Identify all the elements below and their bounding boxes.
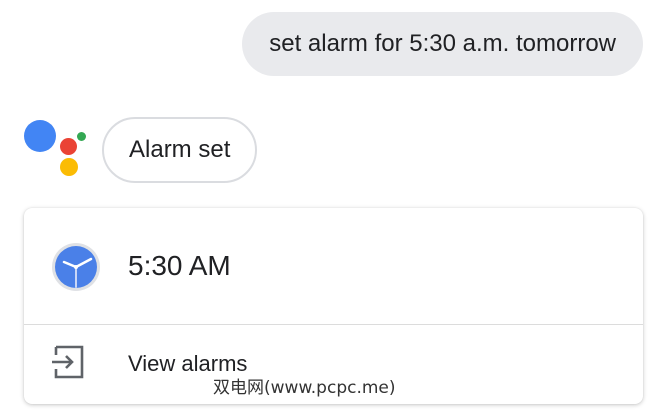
view-alarms-label: View alarms bbox=[128, 351, 248, 376]
user-message-bubble: set alarm for 5:30 a.m. tomorrow bbox=[242, 12, 643, 76]
user-message-text: set alarm for 5:30 a.m. tomorrow bbox=[269, 30, 616, 57]
assistant-red-dot bbox=[60, 138, 77, 155]
alarm-row[interactable]: 5:30 AM bbox=[24, 208, 643, 324]
clock-icon bbox=[52, 243, 100, 291]
exit-to-app-icon bbox=[52, 345, 84, 379]
alarm-card[interactable]: 5:30 AM View alarms bbox=[24, 208, 643, 404]
assistant-yellow-dot bbox=[60, 158, 78, 176]
assistant-green-dot bbox=[77, 132, 86, 141]
watermark: 双电网(www.pcpc.me) bbox=[213, 378, 396, 398]
google-assistant-icon bbox=[24, 120, 88, 180]
assistant-reply-text: Alarm set bbox=[129, 136, 231, 163]
assistant-reply-bubble: Alarm set bbox=[102, 117, 258, 183]
assistant-blue-dot bbox=[24, 120, 56, 152]
assistant-conversation: set alarm for 5:30 a.m. tomorrow Alarm s… bbox=[0, 0, 670, 414]
alarm-time: 5:30 AM bbox=[128, 250, 231, 281]
